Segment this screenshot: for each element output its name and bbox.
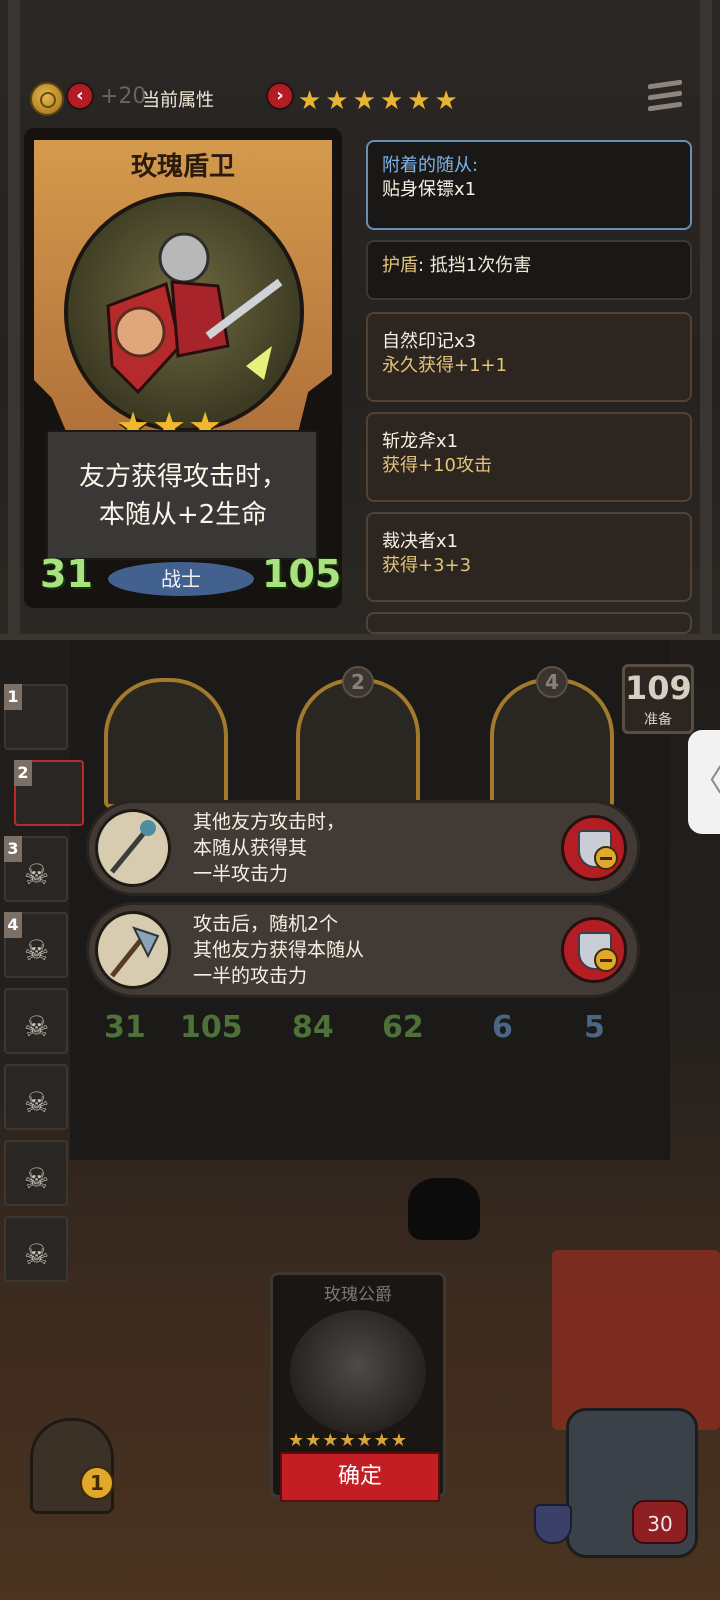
slot-number: 3 bbox=[4, 836, 22, 862]
item-next-partial bbox=[366, 612, 692, 634]
item-effect: 永久获得+1+1 bbox=[382, 355, 508, 376]
shield-label: 护盾 bbox=[382, 255, 418, 276]
slot-number: 2 bbox=[14, 760, 32, 786]
prep-value: 109 bbox=[625, 669, 692, 707]
skull-icon: ☠ bbox=[24, 934, 50, 967]
gift-box-decoration bbox=[552, 1250, 720, 1430]
unit-level-badge: 4 bbox=[536, 666, 568, 698]
tier-stars: ★★★★★★ bbox=[298, 86, 462, 116]
gold-bonus-text: +20 bbox=[100, 84, 147, 109]
item-nature-mark[interactable]: 自然印记x3 永久获得+1+1 bbox=[366, 312, 692, 402]
attached-title: 附着的随从: bbox=[382, 155, 479, 176]
armor-icon bbox=[534, 1504, 572, 1544]
tooltip-line: 一半攻击力 bbox=[193, 863, 289, 885]
shop-card-portrait bbox=[290, 1310, 426, 1434]
board-unit-1-attack: 31 bbox=[104, 1010, 146, 1045]
tooltip-line: 其他友方获得本随从 bbox=[193, 939, 365, 961]
prev-button[interactable]: ‹ bbox=[66, 82, 94, 110]
class-badge: 战士 bbox=[108, 562, 254, 596]
lineup-slot-7[interactable]: ☠ bbox=[4, 1140, 68, 1206]
board-unit-3-attack: 6 bbox=[492, 1010, 513, 1045]
item-dragon-axe[interactable]: 斩龙斧x1 获得+10攻击 bbox=[366, 412, 692, 502]
skull-icon: ☠ bbox=[24, 1010, 50, 1043]
attached-value: 贴身保镖x1 bbox=[382, 179, 477, 200]
attached-minion-box: 附着的随从: 贴身保镖x1 bbox=[366, 140, 692, 230]
shop-card-stars: ★★★★★★★ bbox=[288, 1430, 408, 1451]
item-name: 裁决者x1 bbox=[382, 531, 459, 552]
prep-label: 准备 bbox=[644, 712, 672, 728]
board-unit-1[interactable] bbox=[104, 678, 228, 808]
tooltip-line: 攻击后，随机2个 bbox=[193, 913, 339, 935]
unit-portrait bbox=[64, 192, 304, 432]
slot-number: 4 bbox=[4, 912, 22, 938]
tooltip-line: 其他友方攻击时， bbox=[193, 811, 346, 833]
board-unit-3-health: 5 bbox=[584, 1010, 605, 1045]
skill-tooltip-2: 攻击后，随机2个 其他友方获得本随从 一半的攻击力 bbox=[86, 902, 640, 998]
next-button[interactable]: › bbox=[266, 82, 294, 110]
shield-minus-icon[interactable] bbox=[561, 815, 627, 881]
skull-icon: ☠ bbox=[24, 1086, 50, 1119]
item-name: 自然印记x3 bbox=[382, 331, 477, 352]
ability-text-line2: 本随从+2生命 bbox=[98, 500, 268, 530]
shield-box: 护盾: 抵挡1次伤害 bbox=[366, 240, 692, 300]
skull-icon: ☠ bbox=[24, 1238, 50, 1271]
panel-title: 当前属性 bbox=[142, 90, 214, 111]
lineup-slot-2[interactable]: 2 bbox=[14, 760, 84, 826]
lineup-slot-8[interactable]: ☠ bbox=[4, 1216, 68, 1282]
lineup-slot-3[interactable]: 3 ☠ bbox=[4, 836, 68, 902]
unit-name: 玫瑰盾卫 bbox=[130, 152, 235, 182]
item-name: 斩龙斧x1 bbox=[382, 431, 459, 452]
rose-guard-art bbox=[106, 232, 283, 395]
ability-text-line1: 友方获得攻击时， bbox=[78, 462, 287, 492]
shop-card-name: 玫瑰公爵 bbox=[324, 1285, 392, 1305]
prep-counter: 109 准备 bbox=[622, 664, 694, 734]
health-stat: 105 bbox=[262, 552, 342, 596]
axe-icon bbox=[95, 911, 171, 989]
hero-health: 30 bbox=[632, 1500, 688, 1544]
board-unit-1-health: 105 bbox=[180, 1010, 243, 1045]
skull-icon: ☠ bbox=[24, 858, 50, 891]
board-unit-2-health: 62 bbox=[382, 1010, 424, 1045]
lineup-slot-5[interactable]: ☠ bbox=[4, 988, 68, 1054]
menu-icon[interactable] bbox=[648, 79, 682, 118]
shield-text: : 抵挡1次伤害 bbox=[418, 255, 532, 276]
lineup-slot-4[interactable]: 4 ☠ bbox=[4, 912, 68, 978]
unit-level-badge: 2 bbox=[342, 666, 374, 698]
unit-card: 玫瑰盾卫 ★★★ 友方获得攻击时， 本随从+2生命 31 战士 105 bbox=[24, 128, 342, 608]
lantern-count: 1 bbox=[80, 1466, 114, 1500]
staff-icon bbox=[95, 809, 171, 887]
lineup-slot-6[interactable]: ☠ bbox=[4, 1064, 68, 1130]
tooltip-line: 本随从获得其 bbox=[193, 837, 308, 859]
skill-tooltip-1: 其他友方攻击时， 本随从获得其 一半攻击力 bbox=[86, 800, 640, 896]
item-judicator[interactable]: 裁决者x1 获得+3+3 bbox=[366, 512, 692, 602]
lineup-slot-1[interactable]: 1 bbox=[4, 684, 68, 750]
item-effect: 获得+3+3 bbox=[382, 555, 472, 576]
gold-coin-icon bbox=[30, 82, 64, 116]
confirm-button[interactable]: 确定 bbox=[280, 1452, 440, 1502]
item-effect: 获得+10攻击 bbox=[382, 455, 492, 476]
tooltip-line: 一半的攻击力 bbox=[193, 965, 308, 987]
chevron-left-icon[interactable]: 〈 bbox=[688, 730, 720, 834]
shield-minus-icon[interactable] bbox=[561, 917, 627, 983]
attack-stat: 31 bbox=[40, 552, 93, 596]
skull-icon: ☠ bbox=[24, 1162, 50, 1195]
black-cat-decoration bbox=[408, 1178, 480, 1240]
slot-number: 1 bbox=[4, 684, 22, 710]
board-unit-2-attack: 84 bbox=[292, 1010, 334, 1045]
